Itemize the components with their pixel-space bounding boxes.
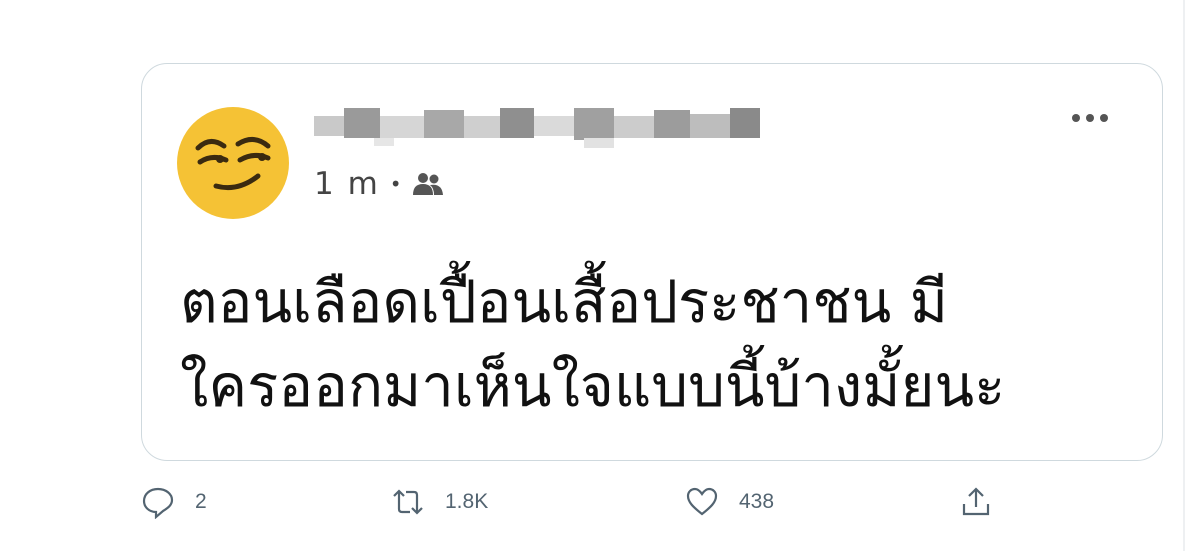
retweet-icon: [393, 489, 423, 515]
heart-icon: [686, 487, 718, 516]
retweet-count: 1.8K: [445, 490, 489, 513]
more-horizontal-icon: [1100, 114, 1108, 122]
more-horizontal-icon: [1086, 114, 1094, 122]
post-meta: 1 m •: [314, 164, 444, 204]
retweet-button[interactable]: 1.8K: [391, 480, 488, 524]
reply-button[interactable]: 2: [141, 480, 207, 524]
friends-icon: [412, 173, 443, 195]
reply-icon: [142, 487, 174, 519]
author-name-blurred[interactable]: [314, 102, 760, 152]
post-text: ตอนเลือดเปื้อนเสื้อประชาชน มี ใครออกมาเห…: [180, 268, 1006, 420]
like-count: 438: [739, 490, 775, 513]
reply-count: 2: [195, 490, 207, 513]
post-time[interactable]: 1 m: [314, 166, 380, 202]
tweet-actions: 2 1.8K 438: [141, 480, 1001, 524]
like-button[interactable]: 438: [685, 480, 774, 524]
smirking-face-icon: [177, 107, 289, 219]
avatar[interactable]: [176, 106, 290, 220]
page-divider: [1183, 0, 1185, 551]
more-horizontal-icon: [1072, 114, 1080, 122]
meta-separator: •: [389, 172, 404, 196]
embedded-post-card[interactable]: 1 m • ตอนเลือดเปื้อนเสื้อประชาชน มี ใครอ…: [141, 63, 1163, 461]
more-options-button[interactable]: [1066, 108, 1114, 128]
share-button[interactable]: [959, 480, 993, 524]
share-icon: [962, 487, 990, 516]
